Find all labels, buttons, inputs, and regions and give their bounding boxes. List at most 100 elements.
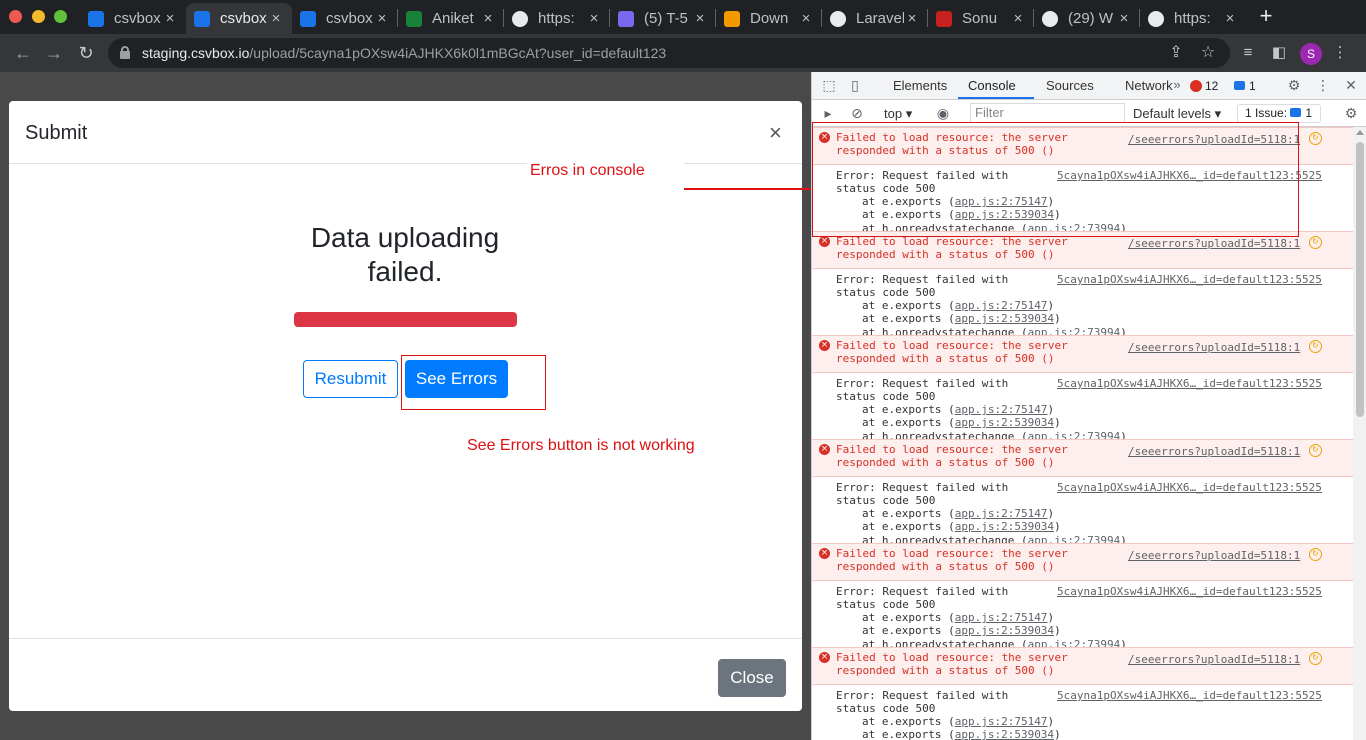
browser-menu-icon[interactable]: ⋮ — [1330, 43, 1350, 63]
browser-tab[interactable]: Aniket × — [398, 3, 504, 34]
browser-tab[interactable]: https: × — [504, 3, 610, 34]
network-request-icon[interactable]: ↻ — [1309, 340, 1322, 353]
console-settings-icon[interactable]: ⚙ — [1342, 104, 1360, 122]
back-icon[interactable]: ← — [12, 42, 34, 64]
stack-source-link[interactable]: 5cayna1pOXsw4iAJHKX6…_id=default123:5525 — [1057, 377, 1322, 390]
stack-source-link[interactable]: 5cayna1pOXsw4iAJHKX6…_id=default123:5525 — [1057, 585, 1322, 598]
download-favicon-icon — [724, 10, 740, 27]
share-icon[interactable]: ⇪ — [1166, 43, 1186, 63]
device-toolbar-icon[interactable]: ▯ — [846, 76, 864, 94]
stack-frame-link[interactable]: app.js:2:539034 — [955, 416, 1054, 429]
console-entry: × Failed to load resource: the server resp… — [812, 647, 1353, 740]
network-request-icon[interactable]: ↻ — [1309, 444, 1322, 457]
devtools-tab-network[interactable]: Network — [1125, 78, 1173, 93]
stack-frame-link[interactable]: app.js:2:539034 — [955, 728, 1054, 740]
url-text[interactable]: staging.csvbox.io/upload/5cayna1pOXsw4iA… — [142, 45, 666, 61]
tab-close-icon[interactable]: × — [162, 10, 178, 27]
live-expression-eye-icon[interactable]: ◉ — [934, 104, 952, 122]
error-source-link[interactable]: /seeerrors?uploadId=5118:1 — [1128, 653, 1300, 666]
stack-frame-link[interactable]: app.js:2:75147 — [955, 611, 1048, 624]
error-source-link[interactable]: /seeerrors?uploadId=5118:1 — [1128, 445, 1300, 458]
error-x-icon: × — [819, 236, 830, 247]
browser-tab[interactable]: (5) T-5 × — [610, 3, 716, 34]
stack-frame-link[interactable]: app.js:2:75147 — [955, 507, 1048, 520]
inspect-element-icon[interactable]: ⬚ — [820, 76, 838, 94]
stack-frame-link[interactable]: app.js:2:75147 — [955, 403, 1048, 416]
issues-button[interactable]: 1 Issue: 1 — [1237, 104, 1321, 123]
scrollbar-thumb[interactable] — [1356, 142, 1364, 417]
console-error-message: Failed to load resource: the server respo… — [836, 651, 1096, 678]
lock-icon[interactable] — [120, 46, 130, 59]
new-tab-button[interactable]: + — [1256, 5, 1276, 27]
network-request-icon[interactable]: ↻ — [1309, 236, 1322, 249]
issues-count: 1 — [1305, 106, 1313, 120]
clear-console-icon[interactable]: ⊘ — [848, 104, 866, 122]
console-error-row: × Failed to load resource: the server resp… — [812, 439, 1353, 477]
browser-tab[interactable]: https: × — [1140, 3, 1246, 34]
tab-close-icon[interactable]: × — [374, 10, 390, 27]
devtools-close-icon[interactable]: ✕ — [1342, 76, 1360, 94]
stack-frame-link[interactable]: app.js:2:539034 — [955, 312, 1054, 325]
tab-close-icon[interactable]: × — [480, 10, 496, 27]
browser-tab[interactable]: Sonu × — [928, 3, 1034, 34]
tab-close-icon[interactable]: × — [1010, 10, 1026, 27]
console-filter-input[interactable]: Filter — [970, 103, 1125, 123]
modal-close-icon[interactable]: × — [769, 120, 782, 146]
stack-source-link[interactable]: 5cayna1pOXsw4iAJHKX6…_id=default123:5525 — [1057, 481, 1322, 494]
tab-close-icon[interactable]: × — [798, 10, 814, 27]
devtools-menu-icon[interactable]: ⋮ — [1314, 76, 1332, 94]
error-count-badge[interactable]: 12 — [1190, 79, 1218, 93]
console-scrollbar[interactable] — [1353, 127, 1366, 740]
reading-list-icon[interactable]: ≡ — [1238, 43, 1258, 63]
network-request-icon[interactable]: ↻ — [1309, 548, 1322, 561]
stack-text: Error: Request failed with — [836, 377, 1009, 390]
window-maximize-button[interactable] — [54, 10, 67, 23]
tab-close-icon[interactable]: × — [268, 10, 284, 27]
browser-tab[interactable]: csvbox × — [292, 3, 398, 34]
stack-frame-link[interactable]: app.js:2:539034 — [955, 520, 1054, 533]
close-button[interactable]: Close — [718, 659, 786, 697]
resubmit-button[interactable]: Resubmit — [303, 360, 398, 398]
tab-close-icon[interactable]: × — [586, 10, 602, 27]
sidebar-toggle-icon[interactable]: ▸ — [819, 104, 837, 122]
reload-icon[interactable]: ↻ — [75, 42, 97, 64]
devtools-tab-elements[interactable]: Elements — [893, 78, 947, 93]
browser-tab[interactable]: Laravel × — [822, 3, 928, 34]
browser-tab[interactable]: (29) W × — [1034, 3, 1140, 34]
bookmark-star-icon[interactable]: ☆ — [1198, 43, 1218, 63]
tab-close-icon[interactable]: × — [692, 10, 708, 27]
message-count-badge[interactable]: 1 — [1234, 79, 1256, 93]
devtools-tab-sources[interactable]: Sources — [1046, 78, 1094, 93]
log-levels-dropdown[interactable]: Default levels ▾ — [1133, 106, 1221, 122]
error-source-link[interactable]: /seeerrors?uploadId=5118:1 — [1128, 341, 1300, 354]
forward-icon[interactable]: → — [43, 42, 65, 64]
tab-close-icon[interactable]: × — [1222, 10, 1238, 27]
scroll-up-arrow[interactable] — [1356, 130, 1364, 135]
window-minimize-button[interactable] — [32, 10, 45, 23]
error-source-link[interactable]: /seeerrors?uploadId=5118:1 — [1128, 549, 1300, 562]
browser-tab[interactable]: csvbox × — [80, 3, 186, 34]
devtools-settings-icon[interactable]: ⚙ — [1285, 76, 1303, 94]
side-panel-icon[interactable]: ◧ — [1269, 43, 1289, 63]
tab-close-icon[interactable]: × — [904, 10, 920, 27]
network-request-icon[interactable]: ↻ — [1309, 132, 1322, 145]
devtools-tab-console[interactable]: Console — [968, 78, 1016, 93]
stack-frame-link[interactable]: app.js:2:75147 — [955, 299, 1048, 312]
more-tabs-icon[interactable]: » — [1168, 76, 1186, 94]
address-bar[interactable]: staging.csvbox.io/upload/5cayna1pOXsw4iA… — [108, 38, 1230, 68]
window-close-button[interactable] — [9, 10, 22, 23]
profile-avatar[interactable]: S — [1300, 43, 1322, 65]
context-selector[interactable]: top ▾ — [884, 106, 912, 122]
error-source-link[interactable]: /seeerrors?uploadId=5118:1 — [1128, 237, 1300, 250]
stack-source-link[interactable]: 5cayna1pOXsw4iAJHKX6…_id=default123:5525 — [1057, 273, 1322, 286]
browser-tab[interactable]: Down × — [716, 3, 822, 34]
network-request-icon[interactable]: ↻ — [1309, 652, 1322, 665]
stack-frame-link[interactable]: app.js:2:539034 — [955, 624, 1054, 637]
stack-source-link[interactable]: 5cayna1pOXsw4iAJHKX6…_id=default123:5525 — [1057, 689, 1322, 702]
tab-separator — [821, 9, 822, 27]
tab-close-icon[interactable]: × — [1116, 10, 1132, 27]
tab-separator — [397, 9, 398, 27]
stack-frame-link[interactable]: app.js:2:75147 — [955, 715, 1048, 728]
browser-tab[interactable]: csvbox × — [186, 3, 292, 34]
error-line: Failed to load resource: the server — [836, 339, 1068, 352]
